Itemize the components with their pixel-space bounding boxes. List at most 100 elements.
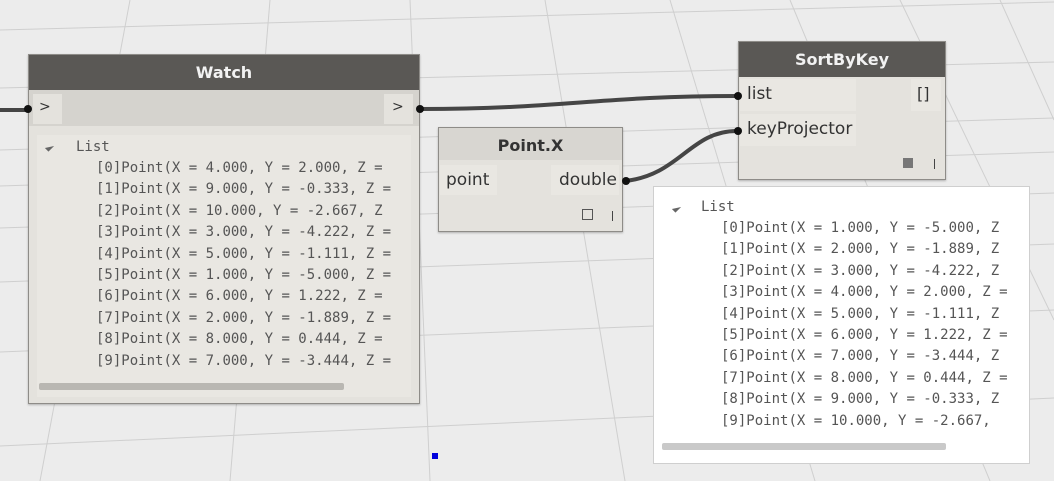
- list-item[interactable]: [6]Point(X = 6.000, Y = 1.222, Z =: [96, 288, 383, 304]
- list-item-index: [0]: [721, 220, 747, 236]
- list-item[interactable]: [5]Point(X = 6.000, Y = 1.222, Z =: [721, 327, 1008, 343]
- list-item-value: Point(X = 4.000, Y = 2.000, Z =: [121, 160, 383, 176]
- watch-input-port-label: >: [39, 99, 51, 115]
- list-item-value: Point(X = 3.000, Y = -4.222, Z =: [121, 224, 392, 241]
- list-item-index: [6]: [96, 288, 122, 305]
- list-item-index: [1]: [96, 181, 122, 198]
- preview-toggle-icon[interactable]: [903, 158, 913, 168]
- list-item[interactable]: [4]Point(X = 5.000, Y = -1.111, Z =: [96, 246, 391, 262]
- watch-list-view[interactable]: List [0]Point(X = 4.000, Y = 2.000, Z =[…: [37, 135, 411, 397]
- watch-list-scrollbar[interactable]: [39, 383, 344, 390]
- list-item[interactable]: [5]Point(X = 1.000, Y = -5.000, Z =: [96, 267, 391, 283]
- watch-port-strip: [29, 90, 419, 126]
- list-item-index: [2]: [721, 262, 747, 279]
- sortbykey-node[interactable]: SortByKey list keyProjector []: [734, 41, 946, 180]
- list-item-value: Point(X = 1.000, Y = -5.000, Z =: [121, 267, 392, 283]
- sortbykey-output-port-label: []: [917, 84, 930, 103]
- list-item[interactable]: [2]Point(X = 3.000, Y = -4.222, Z: [721, 263, 999, 279]
- watch-output-port-label: >: [392, 99, 404, 115]
- list-item[interactable]: [9]Point(X = 7.000, Y = -3.444, Z =: [96, 353, 391, 369]
- sortbykey-input-list-label: list: [747, 84, 772, 104]
- list-item-index: [9]: [96, 352, 122, 369]
- list-item[interactable]: [8]Point(X = 9.000, Y = -0.333, Z: [721, 391, 999, 407]
- pointx-node[interactable]: Point.X point double: [438, 127, 630, 232]
- list-item-value: Point(X = 3.000, Y = -4.222, Z: [746, 262, 1000, 279]
- list-item-value: Point(X = 8.000, Y = 0.444, Z =: [121, 331, 383, 348]
- list-item-value: Point(X = 10.000, Y = -2.667,: [746, 412, 991, 429]
- list-item-index: [6]: [721, 348, 747, 365]
- list-item-index: [7]: [96, 309, 122, 326]
- list-item-index: [3]: [96, 224, 122, 241]
- watch-node-title[interactable]: Watch: [29, 55, 419, 90]
- sortbykey-node-title[interactable]: SortByKey: [739, 42, 945, 77]
- list-item-index: [9]: [721, 412, 747, 429]
- list-item-index: [8]: [96, 331, 122, 348]
- execution-state-icon: [612, 211, 613, 221]
- list-item-value: Point(X = 7.000, Y = -3.444, Z =: [121, 352, 392, 369]
- list-item[interactable]: [7]Point(X = 8.000, Y = 0.444, Z =: [721, 370, 1008, 386]
- list-item[interactable]: [6]Point(X = 7.000, Y = -3.444, Z: [721, 348, 999, 364]
- list-item-value: Point(X = 9.000, Y = -0.333, Z =: [121, 181, 392, 198]
- watch-list-title: List: [76, 139, 110, 155]
- collapse-triangle-icon[interactable]: [44, 142, 55, 152]
- list-item-value: Point(X = 5.000, Y = -1.111, Z =: [121, 245, 392, 262]
- sortbykey-input-keyprojector[interactable]: keyProjector: [740, 114, 856, 146]
- list-item-value: Point(X = 8.000, Y = 0.444, Z =: [746, 369, 1008, 386]
- list-item-value: Point(X = 1.000, Y = -5.000, Z: [746, 220, 1000, 236]
- list-item[interactable]: [7]Point(X = 2.000, Y = -1.889, Z =: [96, 310, 391, 326]
- sortbykey-input-list[interactable]: list: [740, 79, 856, 111]
- list-item-index: [3]: [721, 284, 747, 301]
- list-item[interactable]: [3]Point(X = 4.000, Y = 2.000, Z =: [721, 284, 1008, 300]
- list-item[interactable]: [0]Point(X = 1.000, Y = -5.000, Z: [721, 220, 999, 236]
- preview-list-title: List: [701, 199, 735, 215]
- list-item-index: [5]: [96, 267, 122, 283]
- list-item[interactable]: [3]Point(X = 3.000, Y = -4.222, Z =: [96, 224, 391, 240]
- sortbykey-output-port[interactable]: []: [911, 79, 941, 111]
- list-item[interactable]: [9]Point(X = 10.000, Y = -2.667,: [721, 413, 991, 429]
- pointx-input-port-label: point: [446, 170, 490, 190]
- sortbykey-preview-bubble[interactable]: List [0]Point(X = 1.000, Y = -5.000, Z [1…: [653, 186, 1030, 464]
- pointx-node-title[interactable]: Point.X: [439, 128, 622, 160]
- sortbykey-input-keyprojector-label: keyProjector: [747, 119, 853, 139]
- watch-node[interactable]: Watch > > List [0]Point(X = 4.000, Y = 2…: [24, 54, 424, 404]
- sortbykey-keyprojector-port-dot[interactable]: [734, 127, 742, 135]
- watch-output-port[interactable]: >: [384, 94, 413, 124]
- watch-input-port[interactable]: >: [33, 94, 62, 124]
- watch-input-port-dot[interactable]: [24, 105, 32, 113]
- list-item-value: Point(X = 2.000, Y = -1.889, Z =: [121, 309, 392, 326]
- list-item-value: Point(X = 7.000, Y = -3.444, Z: [746, 348, 1000, 365]
- selection-marker: [432, 453, 438, 459]
- pointx-output-port-label: double: [559, 170, 617, 190]
- preview-list-scrollbar[interactable]: [662, 443, 946, 450]
- list-item-value: Point(X = 4.000, Y = 2.000, Z =: [746, 284, 1008, 301]
- list-item[interactable]: [4]Point(X = 5.000, Y = -1.111, Z: [721, 306, 999, 322]
- list-item[interactable]: [0]Point(X = 4.000, Y = 2.000, Z =: [96, 160, 383, 176]
- sortbykey-list-port-dot[interactable]: [734, 92, 742, 100]
- list-item-index: [5]: [721, 327, 747, 343]
- list-item[interactable]: [1]Point(X = 2.000, Y = -1.889, Z: [721, 241, 999, 257]
- list-item[interactable]: [8]Point(X = 8.000, Y = 0.444, Z =: [96, 331, 383, 347]
- pointx-input-port[interactable]: point: [440, 165, 497, 195]
- wire-watch-to-sortbykey-list: [419, 94, 739, 111]
- list-item-value: Point(X = 10.000, Y = -2.667, Z: [121, 202, 383, 219]
- wire-pointx-to-sortbykey-keyprojector: [623, 129, 739, 183]
- list-item-value: Point(X = 5.000, Y = -1.111, Z: [746, 305, 1000, 322]
- list-item[interactable]: [1]Point(X = 9.000, Y = -0.333, Z =: [96, 181, 391, 197]
- list-item-index: [8]: [721, 391, 747, 408]
- list-item-value: Point(X = 6.000, Y = 1.222, Z =: [121, 288, 383, 305]
- execution-state-icon: [934, 159, 935, 169]
- pointx-output-port-dot[interactable]: [622, 177, 630, 185]
- list-item-index: [1]: [721, 241, 747, 258]
- list-item[interactable]: [2]Point(X = 10.000, Y = -2.667, Z: [96, 203, 383, 219]
- list-item-index: [7]: [721, 369, 747, 386]
- list-item-index: [4]: [96, 245, 122, 262]
- list-item-index: [2]: [96, 202, 122, 219]
- list-item-index: [4]: [721, 305, 747, 322]
- list-item-value: Point(X = 6.000, Y = 1.222, Z =: [746, 327, 1008, 343]
- pointx-output-port[interactable]: double: [551, 165, 619, 195]
- watch-output-port-dot[interactable]: [416, 105, 424, 113]
- collapse-triangle-icon[interactable]: [671, 203, 682, 213]
- preview-toggle-icon[interactable]: [582, 209, 593, 220]
- list-item-value: Point(X = 9.000, Y = -0.333, Z: [746, 391, 1000, 408]
- list-item-index: [0]: [96, 160, 122, 176]
